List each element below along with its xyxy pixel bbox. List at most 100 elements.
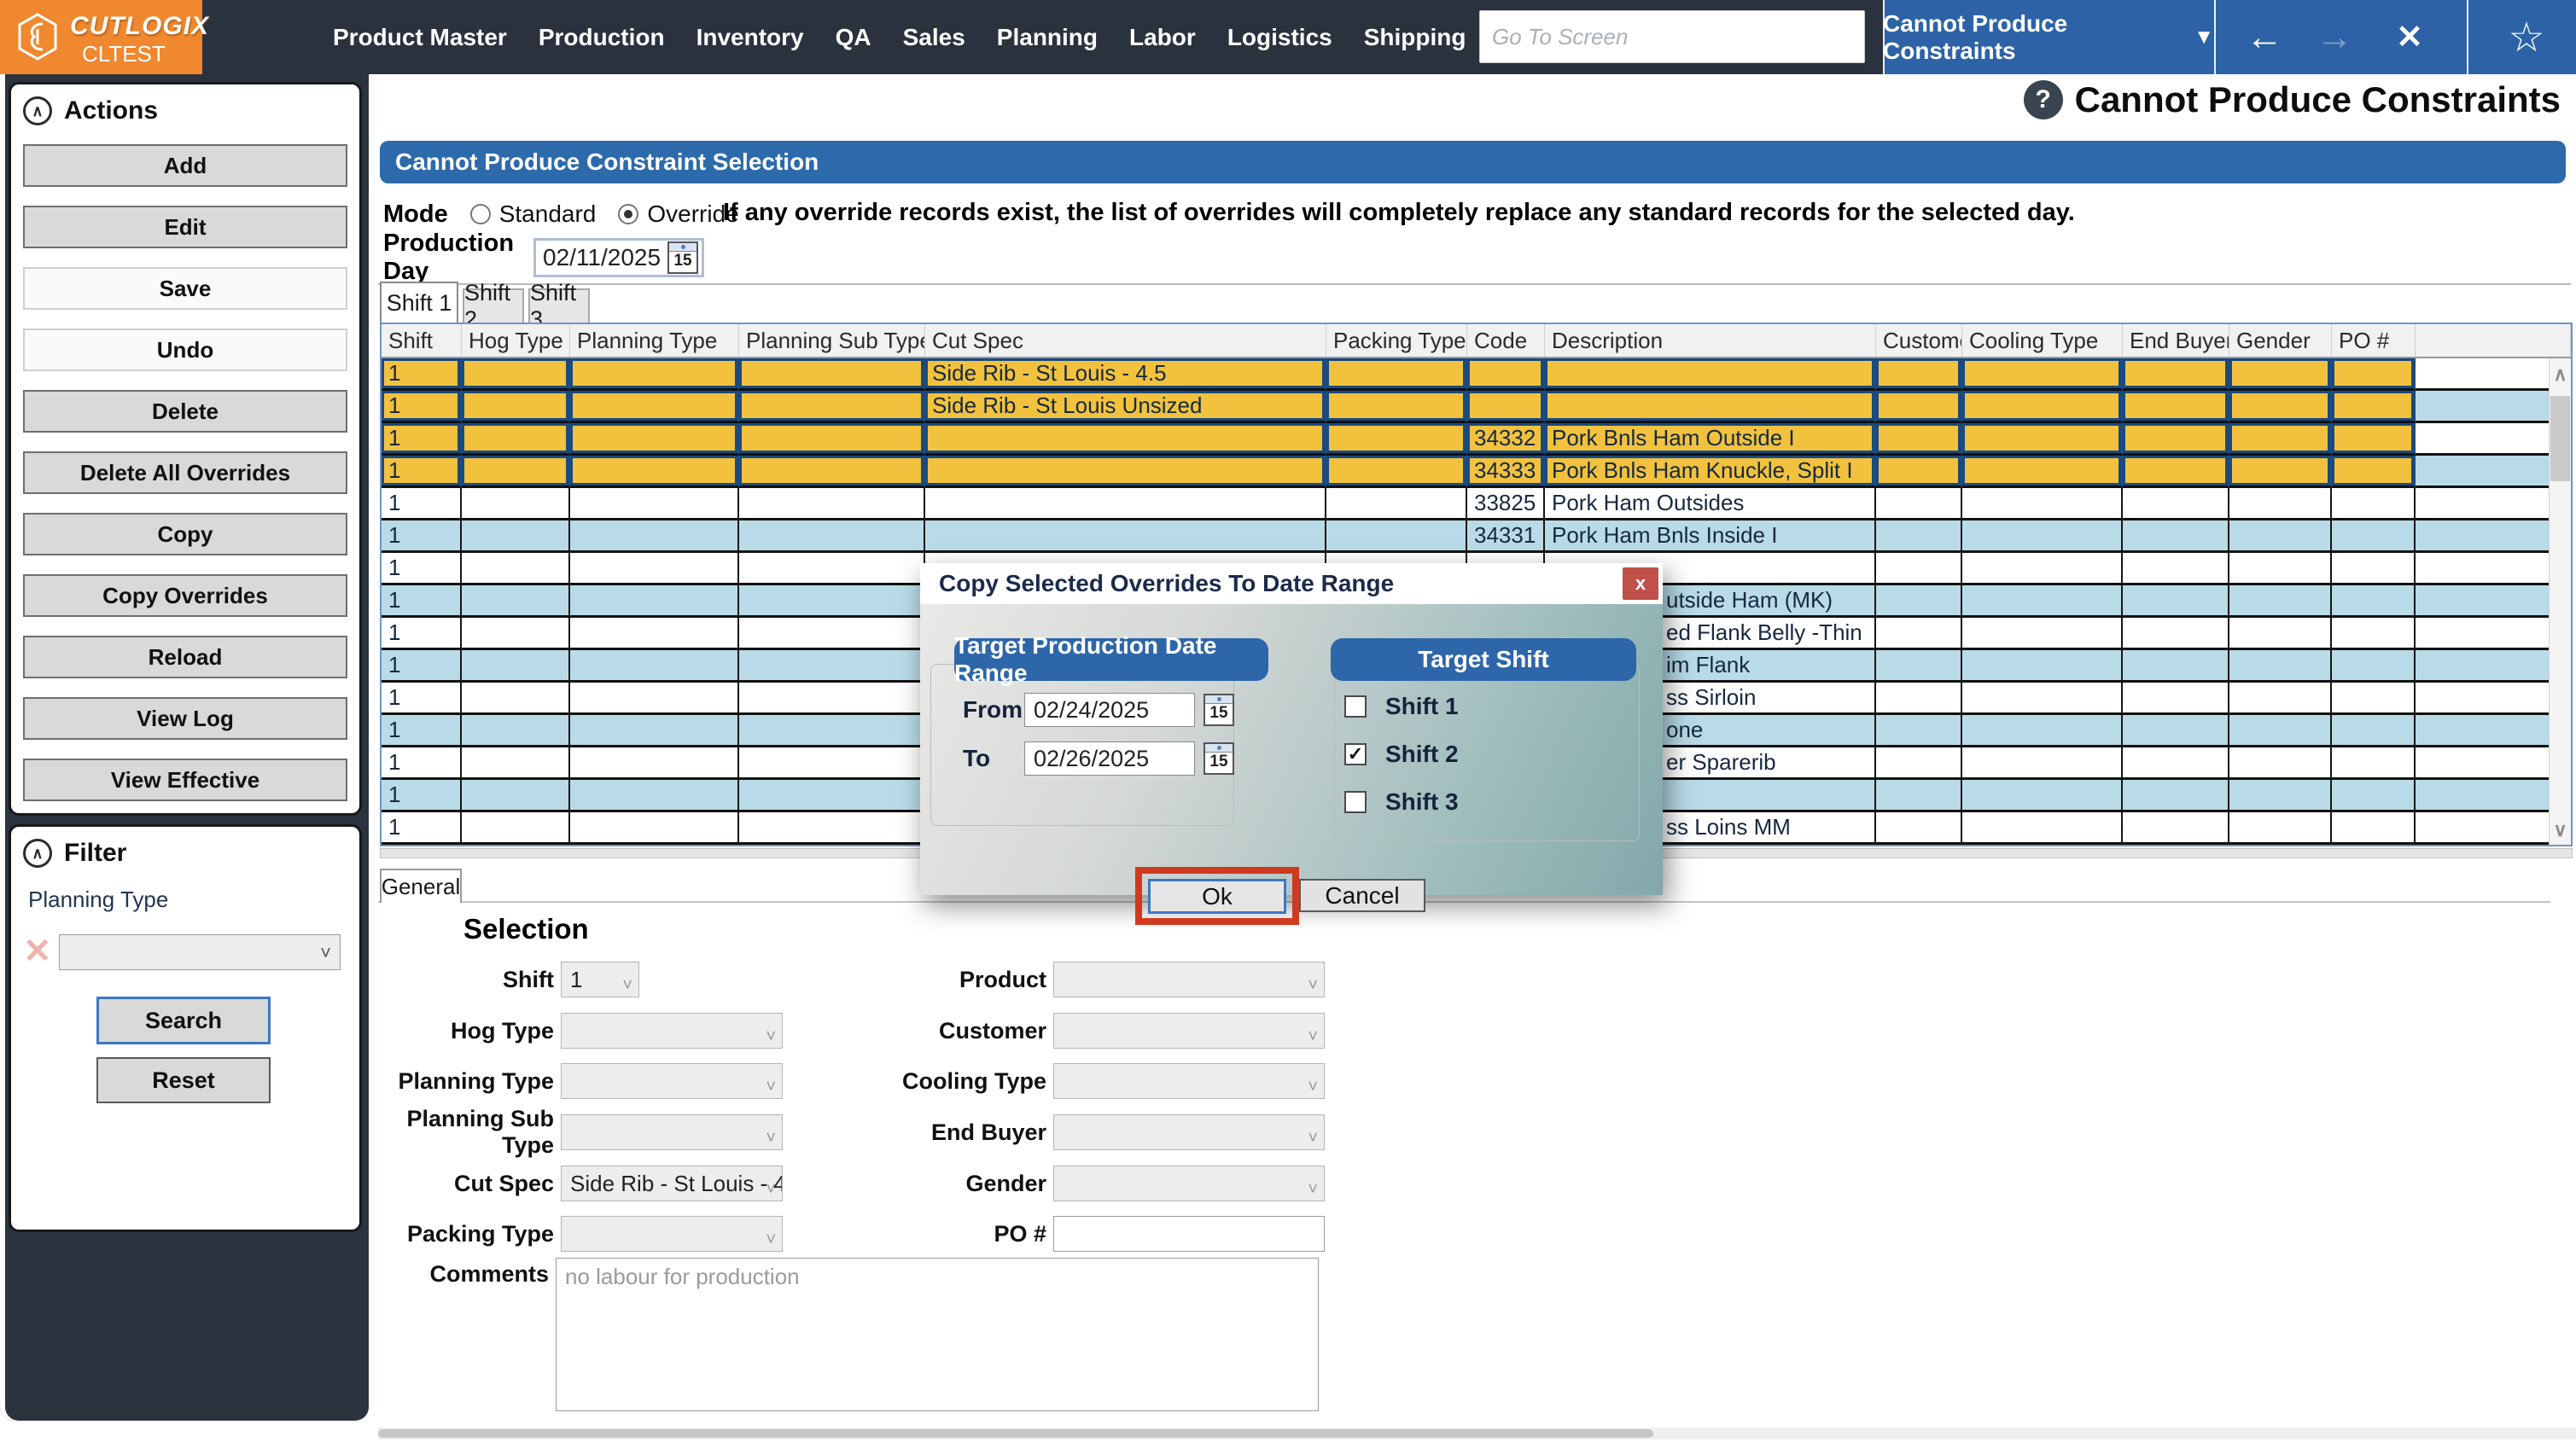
- table-row[interactable]: 134333Pork Bnls Ham Knuckle, Split I: [382, 456, 2550, 488]
- go-to-screen-input[interactable]: [1479, 10, 1865, 63]
- view-log-button[interactable]: View Log: [23, 697, 347, 740]
- table-row[interactable]: 1Side Rib - St Louis - 4.5: [382, 358, 2550, 391]
- scrollbar-thumb[interactable]: [378, 1429, 1653, 1438]
- column-header-packing-type[interactable]: Packing Type: [1326, 324, 1467, 357]
- close-screen-icon[interactable]: ✕: [2380, 0, 2439, 74]
- filter-panel-header[interactable]: ∧ Filter: [11, 827, 359, 868]
- scroll-down-icon[interactable]: ∨: [2550, 819, 2571, 841]
- cancel-button[interactable]: Cancel: [1299, 879, 1425, 912]
- nav-item-qa[interactable]: QA: [836, 24, 871, 51]
- reset-button[interactable]: Reset: [96, 1057, 271, 1103]
- scrollbar-thumb[interactable]: [2550, 396, 2570, 481]
- cell-cooling-type: [1962, 780, 2123, 812]
- grid-vertical-scrollbar[interactable]: ∧ ∨: [2549, 358, 2571, 845]
- mode-radio-override[interactable]: [618, 204, 638, 224]
- search-button[interactable]: Search: [96, 997, 271, 1044]
- back-arrow-icon[interactable]: ←: [2235, 0, 2294, 74]
- cell-planning-type: [570, 650, 739, 683]
- reload-button[interactable]: Reload: [23, 636, 347, 678]
- column-header-cooling-type[interactable]: Cooling Type: [1962, 324, 2123, 357]
- column-header-code[interactable]: Code: [1467, 324, 1545, 357]
- column-header-planning-type[interactable]: Planning Type: [570, 324, 739, 357]
- to-date-field[interactable]: 02/26/2025: [1024, 741, 1195, 776]
- save-button[interactable]: Save: [23, 267, 347, 310]
- clear-filter-icon[interactable]: ✕: [23, 933, 52, 970]
- nav-item-product-master[interactable]: Product Master: [333, 24, 507, 51]
- column-header-description[interactable]: Description: [1545, 324, 1876, 357]
- nav-item-shipping[interactable]: Shipping: [1364, 24, 1466, 51]
- production-day-field[interactable]: 02/11/2025 15: [533, 238, 704, 277]
- hog-type-select[interactable]: ˅: [561, 1013, 783, 1049]
- tab-shift-3[interactable]: Shift 3: [528, 288, 590, 323]
- checkbox-shift-3[interactable]: [1344, 791, 1367, 813]
- forward-arrow-icon[interactable]: →: [2305, 0, 2364, 74]
- column-header-shift[interactable]: Shift: [382, 324, 462, 357]
- checkbox-shift-1[interactable]: [1344, 695, 1367, 718]
- collapse-chevron-icon[interactable]: ∧: [23, 96, 52, 125]
- comments-textarea[interactable]: no labour for production: [556, 1258, 1319, 1411]
- edit-button[interactable]: Edit: [23, 206, 347, 248]
- calendar-icon[interactable]: 15: [1203, 742, 1234, 775]
- app-logo[interactable]: CUTLOGIX CLTEST: [0, 0, 202, 74]
- table-row[interactable]: 133825Pork Ham Outsides: [382, 488, 2550, 520]
- column-header-end-buyer[interactable]: End Buyer: [2123, 324, 2229, 357]
- table-row[interactable]: 1Side Rib - St Louis Unsized: [382, 391, 2550, 423]
- scroll-up-icon[interactable]: ∧: [2550, 363, 2571, 386]
- calendar-icon[interactable]: 15: [667, 241, 698, 274]
- column-header-planning-sub-type[interactable]: Planning Sub Type: [739, 324, 925, 357]
- nav-item-labor[interactable]: Labor: [1129, 24, 1196, 51]
- mode-radio-standard[interactable]: [470, 204, 491, 224]
- copy-button[interactable]: Copy: [23, 513, 347, 555]
- column-header-hog-type[interactable]: Hog Type: [462, 324, 570, 357]
- cell-customer: [1876, 715, 1962, 747]
- favorite-star-icon[interactable]: ☆: [2492, 0, 2561, 74]
- page-horizontal-scrollbar[interactable]: [378, 1427, 2576, 1439]
- shift-select[interactable]: 1˅: [561, 962, 639, 997]
- delete-all-overrides-button[interactable]: Delete All Overrides: [23, 451, 347, 494]
- dialog-close-button[interactable]: x: [1623, 567, 1658, 600]
- planning-type-select[interactable]: ˅: [561, 1063, 783, 1099]
- delete-button[interactable]: Delete: [23, 390, 347, 433]
- add-button[interactable]: Add: [23, 144, 347, 187]
- tab-shift-2[interactable]: Shift 2: [463, 288, 524, 323]
- actions-panel-header[interactable]: ∧ Actions: [11, 84, 359, 125]
- collapse-chevron-icon[interactable]: ∧: [23, 839, 52, 868]
- end-buyer-select[interactable]: ˅: [1053, 1114, 1325, 1150]
- cell-planning-sub-type: [739, 618, 925, 650]
- logo-environment: CLTEST: [82, 41, 166, 67]
- calendar-icon[interactable]: 15: [1203, 694, 1234, 726]
- nav-item-planning[interactable]: Planning: [997, 24, 1098, 51]
- table-row[interactable]: 134331Pork Ham Bnls Inside I: [382, 520, 2550, 553]
- nav-item-sales[interactable]: Sales: [903, 24, 965, 51]
- form-row-packing-type: Packing Type˅: [383, 1215, 783, 1253]
- ok-button[interactable]: Ok: [1148, 879, 1286, 914]
- cell-end-buyer: [2123, 456, 2229, 488]
- view-effective-button[interactable]: View Effective: [23, 759, 347, 801]
- from-date-field[interactable]: 02/24/2025: [1024, 693, 1195, 727]
- screen-selector-dropdown[interactable]: Cannot Produce Constraints ▼: [1883, 0, 2214, 74]
- planning-sub-type-select[interactable]: ˅: [561, 1114, 783, 1150]
- help-icon[interactable]: ?: [2024, 80, 2063, 119]
- tab-shift-1[interactable]: Shift 1: [380, 282, 458, 323]
- nav-item-production[interactable]: Production: [539, 24, 665, 51]
- column-header-customer[interactable]: Customer: [1876, 324, 1962, 357]
- packing-type-select[interactable]: ˅: [561, 1216, 783, 1252]
- copy-overrides-button[interactable]: Copy Overrides: [23, 574, 347, 617]
- undo-button[interactable]: Undo: [23, 329, 347, 371]
- cooling-type-select[interactable]: ˅: [1053, 1063, 1325, 1099]
- nav-item-logistics[interactable]: Logistics: [1227, 24, 1332, 51]
- cut-spec-select[interactable]: Side Rib - St Louis - 4˅: [561, 1166, 783, 1201]
- column-header-po-[interactable]: PO #: [2332, 324, 2416, 357]
- po--input[interactable]: [1053, 1216, 1325, 1252]
- checkbox-shift-2[interactable]: ✓: [1344, 743, 1367, 765]
- column-header-gender[interactable]: Gender: [2229, 324, 2332, 357]
- gender-select[interactable]: ˅: [1053, 1166, 1325, 1201]
- product-select[interactable]: ˅: [1053, 962, 1325, 997]
- nav-item-inventory[interactable]: Inventory: [696, 24, 804, 51]
- cell-filler: [2416, 683, 2550, 715]
- planning-type-filter-select[interactable]: ˅: [59, 934, 341, 970]
- table-row[interactable]: 134332Pork Bnls Ham Outside I: [382, 423, 2550, 456]
- tab-general[interactable]: General: [380, 869, 462, 903]
- customer-select[interactable]: ˅: [1053, 1013, 1325, 1049]
- column-header-cut-spec[interactable]: Cut Spec: [925, 324, 1326, 357]
